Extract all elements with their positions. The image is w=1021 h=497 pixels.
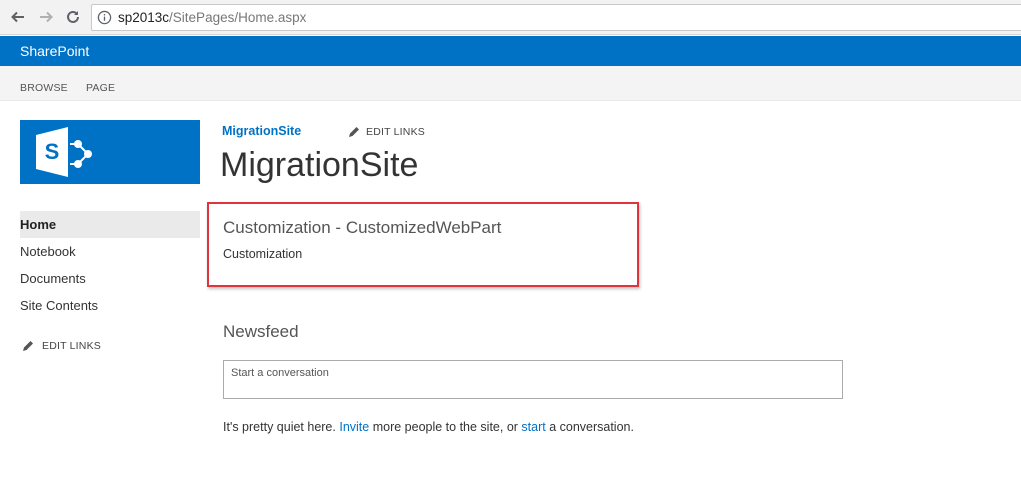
edit-links-label: EDIT LINKS [42, 340, 101, 352]
conversation-input[interactable]: Start a conversation [223, 360, 843, 399]
url-text: sp2013c/SitePages/Home.aspx [118, 10, 307, 25]
invite-link[interactable]: Invite [339, 420, 369, 434]
suite-bar: SharePoint [0, 36, 1021, 66]
nav-item-notebook[interactable]: Notebook [20, 238, 200, 265]
tab-page[interactable]: PAGE [86, 82, 115, 94]
page-title: MigrationSite [220, 146, 419, 184]
sharepoint-logo-icon: S [36, 127, 92, 177]
reload-icon [67, 10, 79, 23]
pencil-icon [349, 127, 359, 137]
info-icon[interactable] [97, 10, 112, 25]
forward-arrow-icon [40, 11, 53, 23]
edit-links-label: EDIT LINKS [366, 126, 425, 138]
address-bar[interactable]: sp2013c/SitePages/Home.aspx [91, 4, 1021, 31]
site-logo[interactable]: S [20, 120, 200, 184]
newsfeed-title: Newsfeed [223, 322, 299, 341]
web-part-body: Customization [223, 247, 303, 261]
newsfeed-empty-message: It's pretty quiet here. Invite more peop… [223, 420, 634, 434]
reload-button[interactable] [63, 7, 83, 27]
nav-item-home[interactable]: Home [20, 211, 200, 238]
edit-links-top[interactable]: EDIT LINKS [348, 126, 425, 138]
suite-title-link[interactable]: SharePoint [20, 43, 89, 59]
message-text: a conversation. [545, 420, 634, 434]
browser-toolbar: sp2013c/SitePages/Home.aspx [0, 0, 1021, 35]
start-conversation-link[interactable]: start [521, 420, 545, 434]
pencil-icon [23, 341, 33, 351]
nav-item-documents[interactable]: Documents [20, 265, 200, 292]
message-text: more people to the site, or [369, 420, 522, 434]
quick-launch: Home Notebook Documents Site Contents [20, 211, 200, 319]
web-part-highlight [207, 202, 639, 287]
back-button[interactable] [8, 7, 28, 27]
message-text: It's pretty quiet here. [223, 420, 340, 434]
tab-browse[interactable]: BROWSE [20, 82, 68, 94]
forward-button[interactable] [36, 7, 56, 27]
breadcrumb-site-link[interactable]: MigrationSite [222, 124, 301, 138]
nav-item-site-contents[interactable]: Site Contents [20, 292, 200, 319]
edit-links-left[interactable]: EDIT LINKS [22, 340, 101, 352]
web-part-title: Customization - CustomizedWebPart [223, 218, 502, 237]
back-arrow-icon [11, 11, 24, 23]
ribbon-tabs: BROWSE PAGE [0, 66, 1021, 101]
svg-text:S: S [45, 139, 60, 164]
conversation-placeholder: Start a conversation [231, 367, 329, 379]
